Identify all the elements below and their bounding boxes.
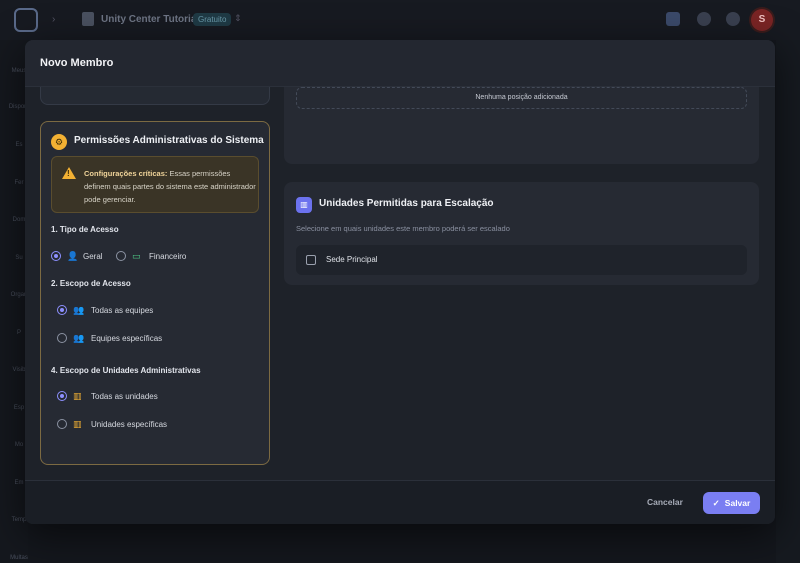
radio-specific-teams[interactable]	[57, 333, 67, 343]
option-all-units[interactable]: Todas as unidades	[91, 392, 158, 401]
top-bar: › Unity Center Tutorial Gratuito ⇕ S	[0, 0, 800, 40]
building-icon	[82, 12, 94, 26]
warning-icon: !	[62, 167, 76, 179]
positions-empty-state: Nenhuma posição adicionada	[296, 87, 747, 109]
team-specific-icon: 👥	[73, 333, 85, 343]
radio-access-geral[interactable]	[51, 251, 61, 261]
permissions-title: Permissões Administrativas do Sistema	[74, 135, 264, 146]
chevron-updown-icon[interactable]: ⇕	[234, 13, 242, 24]
check-icon: ✓	[712, 497, 720, 508]
sidebar: Meus Disponí Es Fer Dom Su Organ P Visib…	[0, 40, 29, 563]
units-subtitle: Selecione em quais unidades este membro …	[296, 224, 510, 233]
avatar[interactable]: S	[751, 9, 773, 31]
save-label: Salvar	[724, 497, 751, 508]
unit-row[interactable]: Sede Principal	[296, 245, 747, 275]
chevron-right-icon: ›	[52, 14, 56, 25]
positions-card: Nenhuma posição adicionada	[284, 87, 759, 164]
option-specific-teams[interactable]: Equipes específicas	[91, 334, 162, 343]
money-icon: ▭	[132, 251, 141, 261]
app-logo[interactable]	[14, 8, 38, 32]
admin-permissions-card: ⚙ Permissões Administrativas do Sistema …	[40, 121, 270, 465]
option-all-teams[interactable]: Todas as equipes	[91, 306, 153, 315]
save-button[interactable]: ✓ Salvar	[703, 492, 760, 514]
unit-checkbox[interactable]	[306, 255, 316, 265]
option-financeiro[interactable]: Financeiro	[149, 252, 186, 261]
background-content	[776, 40, 800, 563]
sidebar-item[interactable]: Multas	[0, 555, 38, 561]
warning-text: Configurações críticas: Essas permissões…	[84, 167, 256, 206]
option-geral[interactable]: Geral	[83, 252, 103, 261]
access-scope-label: 2. Escopo de Acesso	[51, 279, 131, 288]
modal-title: Novo Membro	[40, 57, 114, 69]
option-specific-units[interactable]: Unidades específicas	[91, 420, 167, 429]
building-icon: ▥	[73, 391, 82, 401]
radio-all-units[interactable]	[57, 391, 67, 401]
unit-scope-label: 4. Escopo de Unidades Administrativas	[51, 366, 201, 375]
user-gear-icon: 👤	[67, 251, 79, 261]
critical-warning: ! Configurações críticas: Essas permissõ…	[51, 156, 259, 213]
workspace-title[interactable]: Unity Center Tutorial	[101, 14, 199, 25]
gear-icon[interactable]	[726, 12, 740, 26]
allowed-units-card: ▥ Unidades Permitidas para Escalação Sel…	[284, 182, 759, 285]
calendar-icon[interactable]	[666, 12, 680, 26]
access-type-label: 1. Tipo de Acesso	[51, 225, 119, 234]
units-title: Unidades Permitidas para Escalação	[319, 198, 494, 209]
plan-badge: Gratuito	[193, 13, 232, 26]
radio-access-financeiro[interactable]	[116, 251, 126, 261]
radio-specific-units[interactable]	[57, 419, 67, 429]
modal-footer: Cancelar ✓ Salvar	[25, 480, 775, 524]
modal-body[interactable]: Nenhuma posição adicionada ⚙ Permissões …	[25, 87, 775, 480]
modal-header: Novo Membro	[25, 40, 775, 87]
warning-strong: Configurações críticas:	[84, 169, 168, 178]
building-icon: ▥	[73, 419, 82, 429]
building-icon: ▥	[296, 197, 312, 213]
unit-label[interactable]: Sede Principal	[326, 255, 378, 264]
new-member-modal: Novo Membro Nenhuma posição adicionada ⚙…	[25, 40, 775, 524]
previous-section-card	[40, 87, 270, 105]
shield-icon: ⚙	[51, 134, 67, 150]
cancel-button[interactable]: Cancelar	[647, 497, 683, 507]
radio-all-teams[interactable]	[57, 305, 67, 315]
bell-icon[interactable]	[697, 12, 711, 26]
team-icon: 👥	[73, 305, 85, 315]
